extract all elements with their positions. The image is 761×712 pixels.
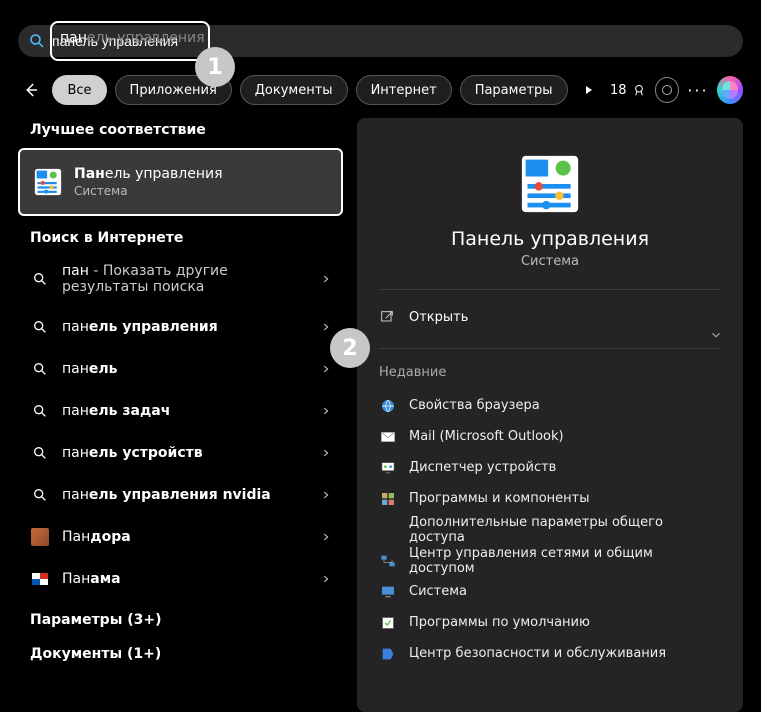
filter-chip-settings[interactable]: Параметры [460, 75, 568, 105]
more-filters-button[interactable] [576, 76, 602, 104]
recent-item-label: Центр безопасности и обслуживания [409, 646, 666, 661]
search-suggestion-item[interactable]: панель [18, 348, 343, 390]
security-icon [379, 645, 397, 663]
search-icon [30, 485, 50, 505]
browser-props-icon [379, 397, 397, 415]
overflow-menu-button[interactable]: ··· [687, 81, 708, 100]
search-suggestion-item[interactable]: пан - Показать другие результаты поиска [18, 252, 343, 306]
best-match-text: Панель управления Система [74, 166, 223, 198]
recent-item[interactable]: Диспетчер устройств [379, 452, 721, 483]
recent-item-label: Программы по умолчанию [409, 615, 590, 630]
suggestion-text: панель задач [62, 403, 309, 419]
settings-results-group[interactable]: Параметры (3+) [30, 612, 343, 628]
flag-pandora-icon [30, 527, 50, 547]
recent-section-label: Недавние [379, 365, 721, 380]
best-match-result[interactable]: Панель управления Система [18, 148, 343, 216]
suggestion-text: панель [62, 361, 309, 377]
filter-row: Все Приложения Документы Интернет Параме… [18, 70, 743, 110]
recent-item[interactable]: Дополнительные параметры общего доступа [379, 514, 721, 545]
recent-item[interactable]: Система [379, 576, 721, 607]
chevron-right-icon [321, 574, 331, 584]
suggestion-text: панель управления nvidia [62, 487, 309, 503]
rewards-points-value: 18 [610, 83, 627, 98]
chevron-right-icon [321, 274, 331, 284]
preview-app-icon [518, 152, 582, 216]
search-suggestion-item[interactable]: панель управления [18, 306, 343, 348]
search-icon [28, 32, 46, 50]
recent-item-label: Mail (Microsoft Outlook) [409, 429, 564, 444]
suggestion-text: панель устройств [62, 445, 309, 461]
open-action[interactable]: Открыть [379, 300, 721, 334]
search-suggestion-item[interactable]: панель управления nvidia [18, 474, 343, 516]
search-suggestion-item[interactable]: панель задач [18, 390, 343, 432]
suggestion-text: Пандора [62, 529, 309, 545]
sharing-icon [379, 521, 397, 539]
recent-item-label: Программы и компоненты [409, 491, 590, 506]
chevron-right-icon [321, 448, 331, 458]
filter-chip-docs[interactable]: Документы [240, 75, 348, 105]
search-input[interactable] [52, 33, 733, 49]
copilot-button[interactable] [717, 76, 743, 104]
recent-item-label: Свойства браузера [409, 398, 540, 413]
recent-item-label: Система [409, 584, 467, 599]
recent-item[interactable]: Свойства браузера [379, 390, 721, 421]
expand-preview-button[interactable] [709, 328, 723, 342]
chevron-right-icon [321, 364, 331, 374]
search-suggestion-item[interactable]: Пандора [18, 516, 343, 558]
mail-icon [379, 428, 397, 446]
suggestion-text: панель управления [62, 319, 309, 335]
preview-title: Панель управления [379, 228, 721, 250]
content-area: Лучшее соответствие Панель управления Си… [0, 118, 761, 712]
recent-item[interactable]: Mail (Microsoft Outlook) [379, 421, 721, 452]
best-match-title: Панель управления [74, 166, 223, 182]
search-suggestion-item[interactable]: Панама [18, 558, 343, 600]
best-match-section-label: Лучшее соответствие [30, 122, 343, 138]
web-search-section-label: Поиск в Интернете [30, 230, 343, 246]
search-icon [30, 443, 50, 463]
programs-icon [379, 490, 397, 508]
network-icon [379, 552, 397, 570]
recent-item-label: Диспетчер устройств [409, 460, 556, 475]
chevron-right-icon [321, 406, 331, 416]
chevron-right-icon [321, 532, 331, 542]
suggestion-text: Панама [62, 571, 309, 587]
suggestion-text: пан - Показать другие результаты поиска [62, 263, 309, 295]
best-match-subtitle: Система [74, 184, 223, 198]
divider [379, 348, 721, 349]
search-suggestion-item[interactable]: панель устройств [18, 432, 343, 474]
open-action-label: Открыть [409, 310, 468, 325]
search-icon [30, 269, 50, 289]
search-icon [30, 317, 50, 337]
rewards-points[interactable]: 18 [610, 82, 647, 98]
recent-item[interactable]: Программы и компоненты [379, 483, 721, 514]
chevron-right-icon [321, 322, 331, 332]
search-icon [30, 401, 50, 421]
system-icon [379, 583, 397, 601]
filter-chip-internet[interactable]: Интернет [356, 75, 452, 105]
recent-item-label: Центр управления сетями и общим доступом [409, 546, 721, 576]
documents-results-group[interactable]: Документы (1+) [30, 646, 343, 662]
recent-item[interactable]: Центр безопасности и обслуживания [379, 638, 721, 669]
chevron-right-icon [321, 490, 331, 500]
recent-item[interactable]: Центр управления сетями и общим доступом [379, 545, 721, 576]
device-mgr-icon [379, 459, 397, 477]
filter-chip-apps[interactable]: Приложения [115, 75, 232, 105]
defaults-icon [379, 614, 397, 632]
recent-item[interactable]: Программы по умолчанию [379, 607, 721, 638]
results-left-column: Лучшее соответствие Панель управления Си… [18, 118, 343, 712]
rewards-medal-icon [631, 82, 647, 98]
filter-chip-all[interactable]: Все [52, 75, 106, 105]
profile-circle-button[interactable] [655, 77, 680, 103]
preview-subtitle: Система [379, 254, 721, 269]
open-icon [379, 309, 397, 325]
divider [379, 289, 721, 290]
preview-right-column: Панель управления Система Открыть Недавн… [357, 118, 743, 712]
back-button[interactable] [18, 76, 44, 104]
flag-panama-icon [30, 569, 50, 589]
recent-item-label: Дополнительные параметры общего доступа [409, 515, 721, 545]
search-icon [30, 359, 50, 379]
control-panel-icon [34, 168, 62, 196]
search-bar[interactable] [18, 25, 743, 57]
